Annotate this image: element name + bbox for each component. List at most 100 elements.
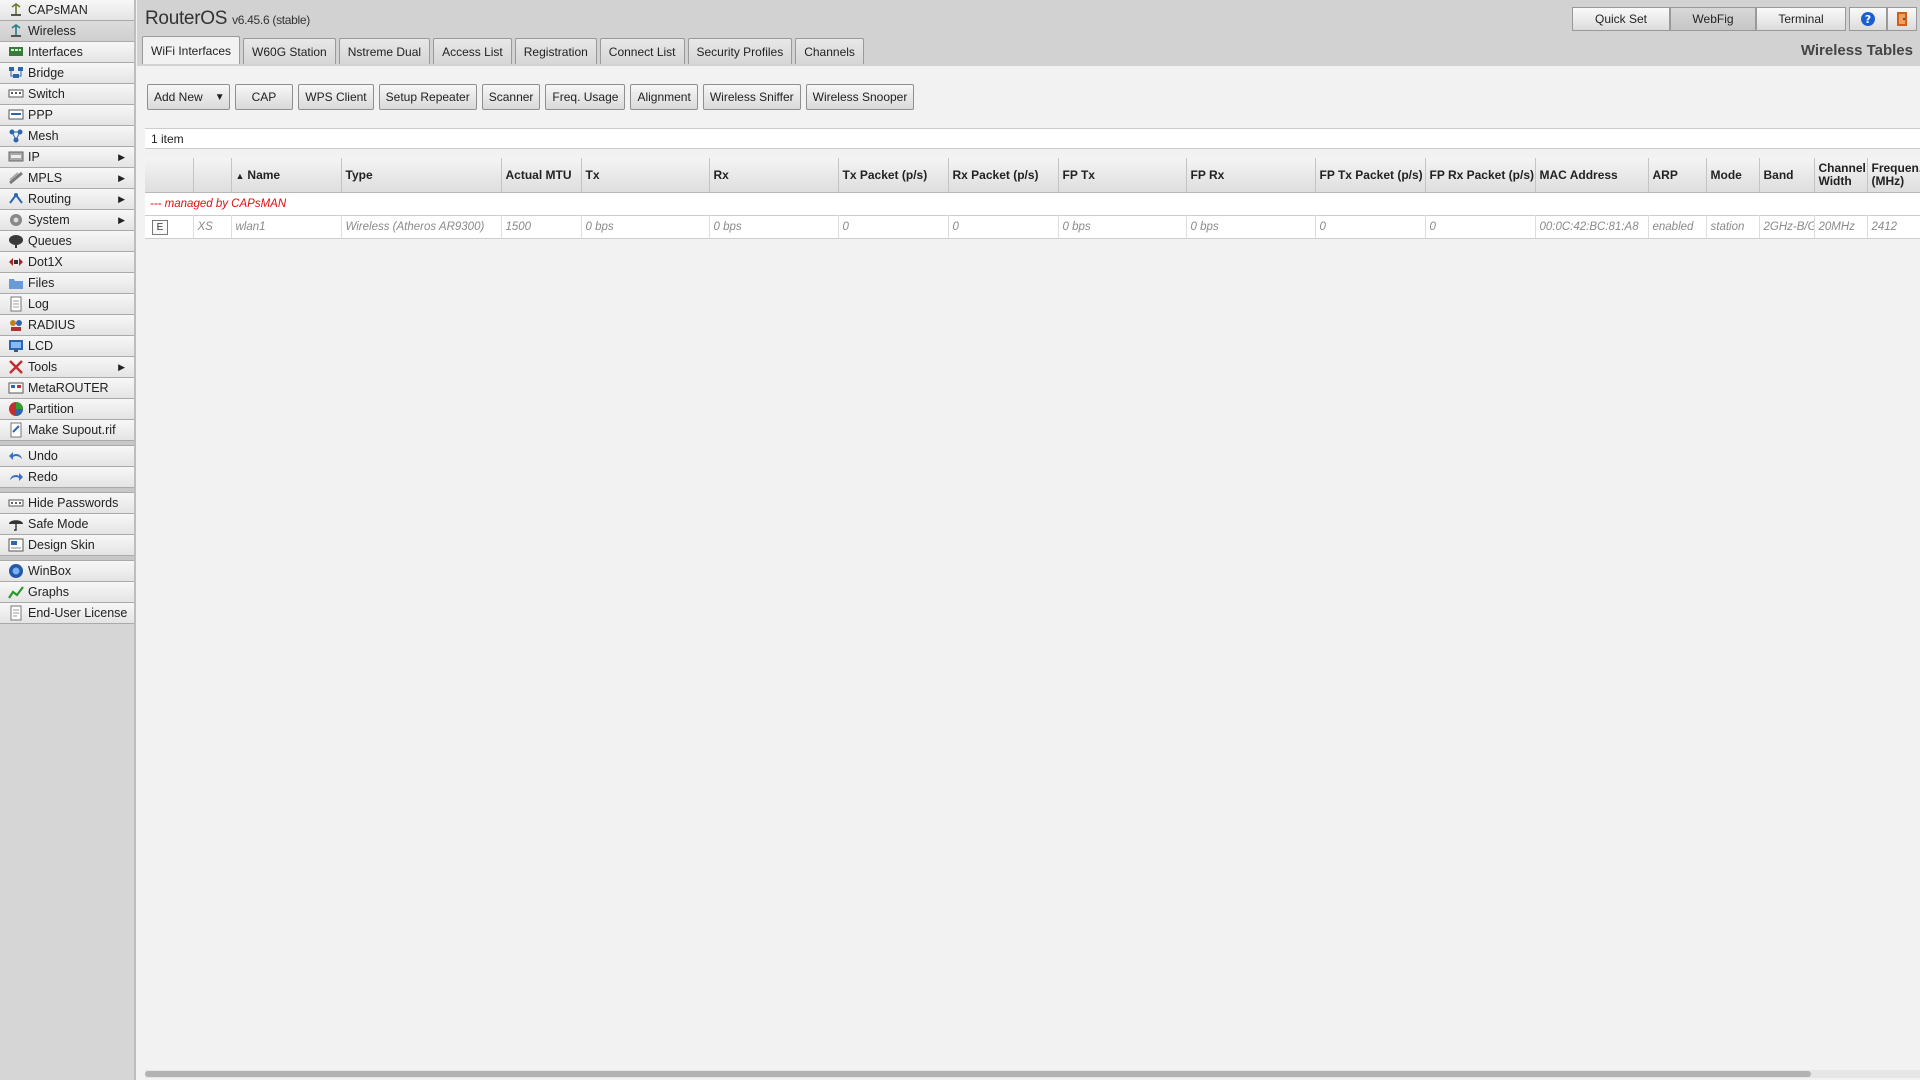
alignment-button[interactable]: Alignment bbox=[630, 84, 698, 110]
sidebar-item-queues[interactable]: Queues bbox=[0, 231, 134, 252]
table-row[interactable]: E XS wlan1 Wireless (Atheros AR9300) 1500 0 b… bbox=[145, 215, 1920, 239]
button-label: Wireless Snooper bbox=[812, 90, 908, 104]
sidebar-item-make-supout-rif[interactable]: Make Supout.rif bbox=[0, 420, 134, 441]
sidebar-item-label: Undo bbox=[28, 449, 58, 463]
sidebar-item-label: Bridge bbox=[28, 66, 65, 80]
sidebar-item-mpls[interactable]: MPLS ▶ bbox=[0, 168, 134, 189]
sidebar-item-interfaces[interactable]: Interfaces bbox=[0, 42, 134, 63]
column-header-label: Frequen... (MHz) bbox=[1871, 161, 1920, 188]
sidebar-item-files[interactable]: Files bbox=[0, 273, 134, 294]
column-header-type[interactable]: Type bbox=[341, 158, 502, 193]
horizontal-scrollbar[interactable] bbox=[145, 1070, 1920, 1078]
sidebar-item-graphs[interactable]: Graphs bbox=[0, 582, 134, 603]
dot1x-icon bbox=[8, 255, 24, 269]
cell-band: 2GHz-B/G bbox=[1759, 215, 1815, 239]
tab-registration[interactable]: Registration bbox=[514, 38, 597, 64]
button-label: Alignment bbox=[637, 90, 691, 104]
sidebar-item-capsman[interactable]: CAPsMAN bbox=[0, 0, 134, 21]
top-button-group: Quick Set WebFig Terminal ? bbox=[1572, 7, 1917, 31]
license-icon bbox=[8, 605, 24, 621]
column-header-band[interactable]: Band bbox=[1759, 158, 1815, 193]
column-header-mode[interactable]: Mode bbox=[1706, 158, 1760, 193]
tab-channels[interactable]: Channels bbox=[795, 38, 864, 64]
quick-set-button[interactable]: Quick Set bbox=[1572, 7, 1670, 31]
sidebar-item-label: Log bbox=[28, 297, 49, 311]
sidebar-item-label: Routing bbox=[28, 192, 72, 206]
column-header-mac-address[interactable]: MAC Address bbox=[1535, 158, 1649, 193]
column-header-label: FP Rx Packet (p/s) bbox=[1429, 168, 1534, 182]
column-header-fp-rx-packet-p-s[interactable]: FP Rx Packet (p/s) bbox=[1425, 158, 1536, 193]
sidebar-item-bridge[interactable]: Bridge bbox=[0, 63, 134, 84]
tab-security-profiles[interactable]: Security Profiles bbox=[687, 38, 793, 64]
terminal-button[interactable]: Terminal bbox=[1756, 7, 1846, 31]
sidebar-item-label: MetaROUTER bbox=[28, 381, 109, 395]
scanner-button[interactable]: Scanner bbox=[481, 84, 541, 110]
help-icon: ? bbox=[1861, 12, 1875, 26]
button-label: Scanner bbox=[488, 90, 534, 104]
sidebar-item-safe-mode[interactable]: Safe Mode bbox=[0, 514, 134, 535]
sidebar-item-metarouter[interactable]: MetaROUTER bbox=[0, 378, 134, 399]
column-header-frequen-mhz[interactable]: Frequen... (MHz) bbox=[1867, 158, 1920, 193]
wireless-snooper-button[interactable]: Wireless Snooper bbox=[805, 84, 915, 110]
sidebar-item-wireless[interactable]: Wireless bbox=[0, 21, 134, 42]
column-header-fp-tx-packet-p-s[interactable]: FP Tx Packet (p/s) bbox=[1315, 158, 1426, 193]
capsman-icon bbox=[8, 3, 24, 17]
column-header-rx-packet-p-s[interactable]: Rx Packet (p/s) bbox=[948, 158, 1059, 193]
tab-nstreme-dual[interactable]: Nstreme Dual bbox=[338, 38, 431, 64]
column-header-blank[interactable] bbox=[193, 158, 232, 193]
sidebar-item-dot1x[interactable]: Dot1X bbox=[0, 252, 134, 273]
sidebar-item-system[interactable]: System ▶ bbox=[0, 210, 134, 231]
sidebar-item-radius[interactable]: RADIUS bbox=[0, 315, 134, 336]
scrollbar-thumb[interactable] bbox=[145, 1071, 1811, 1077]
sidebar-item-tools[interactable]: Tools ▶ bbox=[0, 357, 134, 378]
edit-row-button[interactable]: E bbox=[152, 219, 168, 235]
freq-usage-button[interactable]: Freq. Usage bbox=[545, 84, 626, 110]
sidebar-item-winbox[interactable]: WinBox bbox=[0, 561, 134, 582]
tab-wifi-interfaces[interactable]: WiFi Interfaces bbox=[142, 36, 241, 64]
sidebar-options-group: Hide Passwords Safe Mode Design Skin bbox=[0, 493, 134, 556]
setup-repeater-button[interactable]: Setup Repeater bbox=[378, 84, 477, 110]
logout-button[interactable] bbox=[1887, 7, 1917, 31]
webfig-button[interactable]: WebFig bbox=[1670, 7, 1756, 31]
sidebar-item-ppp[interactable]: PPP bbox=[0, 105, 134, 126]
sidebar-item-undo[interactable]: Undo bbox=[0, 446, 134, 467]
add-new-button[interactable]: Add New ▼ bbox=[147, 84, 230, 110]
column-header-blank[interactable] bbox=[145, 158, 194, 193]
sidebar-item-mesh[interactable]: Mesh bbox=[0, 126, 134, 147]
sidebar-item-lcd[interactable]: LCD bbox=[0, 336, 134, 357]
sidebar-item-partition[interactable]: Partition bbox=[0, 399, 134, 420]
sidebar-item-hide-passwords[interactable]: Hide Passwords bbox=[0, 493, 134, 514]
wps-client-button[interactable]: WPS Client bbox=[298, 84, 374, 110]
column-header-name[interactable]: ▲ Name bbox=[231, 158, 342, 193]
column-header-tx[interactable]: Tx bbox=[581, 158, 710, 193]
sidebar-item-redo[interactable]: Redo bbox=[0, 467, 134, 488]
sidebar-item-design-skin[interactable]: Design Skin bbox=[0, 535, 134, 556]
column-header-rx[interactable]: Rx bbox=[709, 158, 839, 193]
cap-button[interactable]: CAP bbox=[234, 84, 294, 110]
switch-icon bbox=[8, 87, 24, 101]
sidebar-item-log[interactable]: Log bbox=[0, 294, 134, 315]
metarouter-icon bbox=[8, 381, 24, 395]
wireless-sniffer-button[interactable]: Wireless Sniffer bbox=[702, 84, 801, 110]
sidebar-item-label: Dot1X bbox=[28, 255, 63, 269]
help-button[interactable]: ? bbox=[1849, 7, 1887, 31]
sidebar-item-end-user-license[interactable]: End-User License bbox=[0, 603, 134, 624]
button-label: Setup Repeater bbox=[385, 90, 470, 104]
column-header-actual-mtu[interactable]: Actual MTU bbox=[501, 158, 582, 193]
sidebar-item-label: Mesh bbox=[28, 129, 59, 143]
column-header-channel-width[interactable]: Channel Width bbox=[1814, 158, 1868, 193]
tab-w60g-station[interactable]: W60G Station bbox=[243, 38, 336, 64]
comment-row: --- managed by CAPsMAN bbox=[145, 192, 1920, 216]
sidebar-item-label: Graphs bbox=[28, 585, 69, 599]
column-header-fp-tx[interactable]: FP Tx bbox=[1058, 158, 1187, 193]
tab-access-list[interactable]: Access List bbox=[433, 38, 512, 64]
column-header-label: FP Rx bbox=[1190, 168, 1225, 182]
column-header-arp[interactable]: ARP bbox=[1648, 158, 1707, 193]
tab-connect-list[interactable]: Connect List bbox=[599, 38, 685, 64]
sidebar-item-routing[interactable]: Routing ▶ bbox=[0, 189, 134, 210]
column-header-fp-rx[interactable]: FP Rx bbox=[1186, 158, 1316, 193]
column-header-tx-packet-p-s[interactable]: Tx Packet (p/s) bbox=[838, 158, 949, 193]
sidebar-item-switch[interactable]: Switch bbox=[0, 84, 134, 105]
sidebar-item-ip[interactable]: IP ▶ bbox=[0, 147, 134, 168]
dropdown-arrow-icon[interactable]: ▼ bbox=[215, 92, 225, 103]
